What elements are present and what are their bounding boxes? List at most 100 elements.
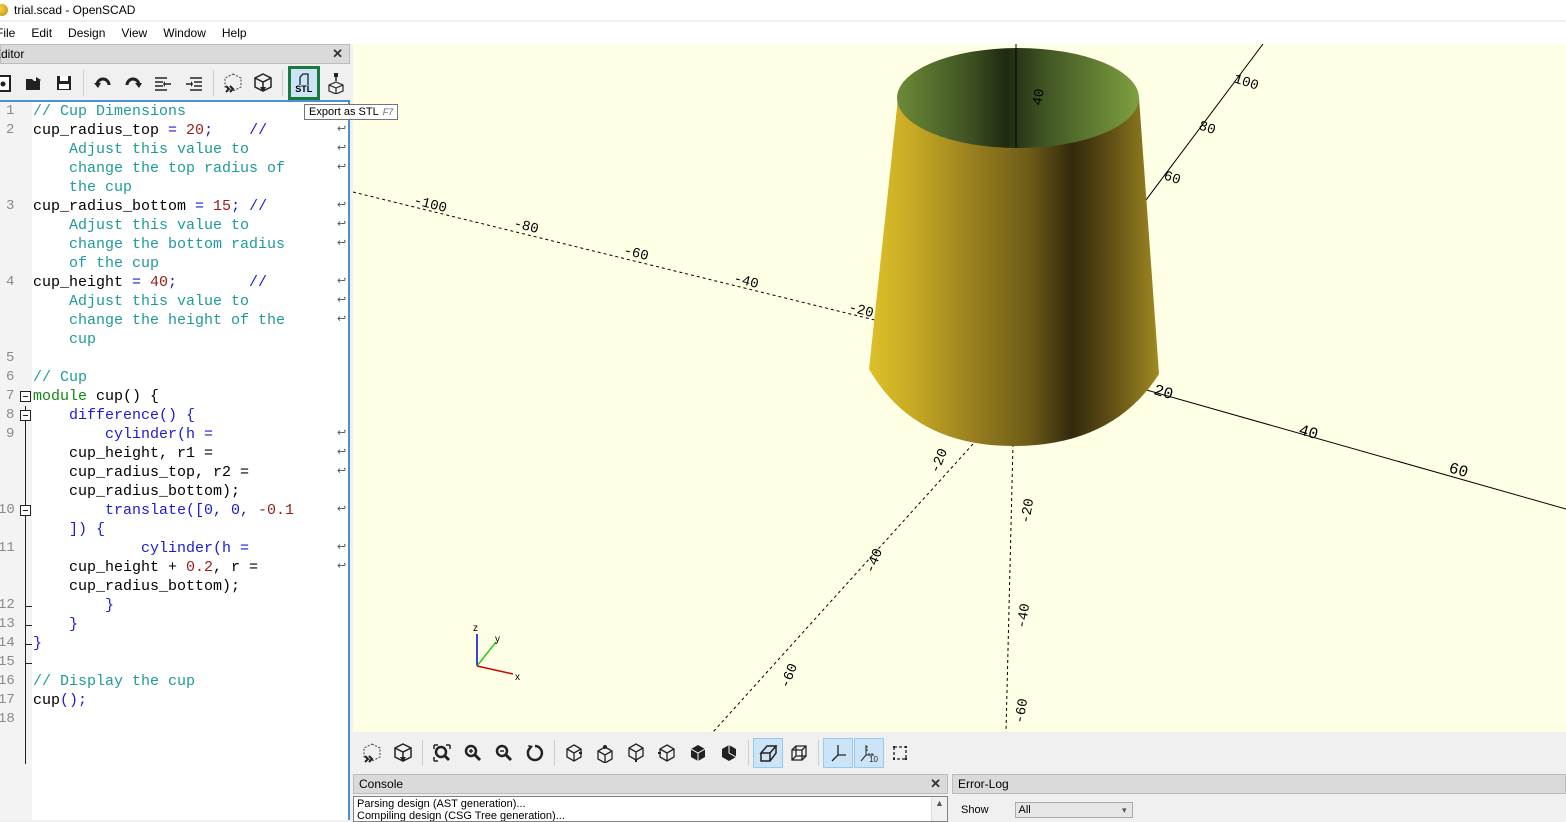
menu-view[interactable]: View (113, 26, 155, 40)
cup-model[interactable]: 40 (869, 44, 1159, 446)
zoom-in-button[interactable] (458, 738, 488, 768)
view-left-button[interactable] (652, 738, 682, 768)
render-button[interactable] (388, 738, 418, 768)
show-filter-select[interactable]: All ▾ (1014, 802, 1133, 818)
error-log-filter-row: Show All ▾ (952, 802, 1566, 818)
export-stl-label: STL (295, 83, 313, 94)
code-line: change the top radius of ↩ (0, 159, 348, 178)
console-output[interactable]: Parsing design (AST generation)... Compi… (353, 796, 948, 822)
code-line: 1 // Cup Dimensions (0, 102, 348, 121)
tick-label: 80 (1196, 119, 1217, 139)
preview-button[interactable] (357, 738, 387, 768)
code-text: change the height of the (33, 312, 286, 329)
x-axis-positive: 20 40 60 (1142, 382, 1566, 510)
render-button[interactable] (249, 68, 277, 98)
title-bar: trial.scad - OpenSCAD (0, 0, 1566, 20)
send-to-print-button[interactable] (322, 68, 350, 98)
undo-button[interactable] (89, 68, 117, 98)
tick-label: 60 (1447, 460, 1470, 483)
gizmo-x-label: x (515, 672, 520, 683)
wrap-icon: ↩ (337, 238, 347, 250)
code-line: ]) { (0, 520, 348, 539)
fold-toggle-icon[interactable] (20, 410, 31, 421)
code-line: change the height of the ↩ (0, 311, 348, 330)
wrap-icon: ↩ (337, 219, 347, 231)
redo-button[interactable] (119, 68, 147, 98)
save-button[interactable] (50, 68, 78, 98)
gizmo-y-axis (476, 641, 497, 667)
orthogonal-button[interactable] (784, 738, 814, 768)
indent-icon (185, 77, 202, 91)
code-text: Adjust this value to (33, 293, 250, 310)
view-front-button[interactable] (683, 738, 713, 768)
menu-help[interactable]: Help (214, 26, 255, 40)
preview-button[interactable] (219, 68, 247, 98)
zoom-out-button[interactable] (489, 738, 519, 768)
code-text: } (33, 635, 43, 652)
fold-toggle-icon[interactable] (20, 505, 31, 516)
perspective-button[interactable] (753, 738, 783, 768)
tick-label: 60 (1161, 169, 1182, 189)
code-line: of the cup (0, 254, 348, 273)
view-back-button[interactable] (714, 738, 744, 768)
3d-viewport[interactable]: -100 -80 -60 -40 -20 20 40 60 60 80 100 … (353, 44, 1566, 732)
code-line: 11 cylinder(h = ↩ (0, 539, 348, 558)
error-log-panel: Error-Log Show All ▾ (952, 774, 1566, 820)
code-text: the cup (33, 179, 133, 196)
menu-window[interactable]: Window (155, 26, 214, 40)
open-file-button[interactable] (20, 68, 48, 98)
new-file-button[interactable] (0, 68, 18, 98)
preview-icon (224, 73, 242, 93)
menu-file[interactable]: File (0, 26, 23, 40)
console-scrollbar[interactable]: ▲ (931, 797, 947, 821)
show-scale-markers-button[interactable]: 10 (854, 738, 884, 768)
show-edges-button[interactable] (885, 738, 915, 768)
show-scale-markers-icon: 10 (860, 745, 878, 763)
wrap-icon: ↩ (337, 504, 347, 516)
preview-icon (363, 743, 381, 763)
export-stl-button[interactable]: STL (287, 66, 320, 100)
view-top-button[interactable] (590, 738, 620, 768)
reset-view-button[interactable] (520, 738, 550, 768)
code-text: cup(); (33, 692, 88, 709)
code-line: cup_radius_bottom); (0, 482, 348, 501)
menu-design[interactable]: Design (60, 26, 113, 40)
x-axis-pos-line (1142, 388, 1566, 510)
menu-edit[interactable]: Edit (23, 26, 60, 40)
code-line: cup_height + 0.2, r = ↩ (0, 558, 348, 577)
view-bottom-button[interactable] (621, 738, 651, 768)
axis-gizmo: z y x (473, 623, 520, 683)
code-line: 5 (0, 349, 348, 368)
view-front-icon (690, 745, 706, 761)
code-text: change the bottom radius (33, 236, 286, 253)
code-text: translate([0, 0, -0.1 (33, 502, 295, 519)
code-text: cup_radius_top, r2 = (33, 464, 250, 481)
code-text: change the top radius of (33, 160, 286, 177)
editor-close-icon[interactable]: ✕ (332, 46, 343, 62)
view-right-button[interactable] (559, 738, 589, 768)
z-axis-negative: -20 -40 -60 (1005, 443, 1038, 732)
indent-button[interactable] (180, 68, 208, 98)
chevron-down-icon: ▾ (1122, 804, 1127, 815)
code-editor[interactable]: 1 // Cup Dimensions 2 cup_radius_top = 20;… (0, 100, 350, 820)
code-line: 6 // Cup (0, 368, 348, 387)
code-line: Adjust this value to ↩ (0, 216, 348, 235)
console-close-icon[interactable]: ✕ (930, 776, 941, 792)
viewport-canvas[interactable]: -100 -80 -60 -40 -20 20 40 60 60 80 100 … (353, 44, 1566, 732)
show-axes-button[interactable] (823, 738, 853, 768)
cup-outer-surface (869, 98, 1159, 446)
save-icon (57, 76, 72, 90)
tick-label: -100 (412, 193, 448, 217)
fold-toggle-icon[interactable] (20, 391, 31, 402)
wrap-icon: ↩ (337, 428, 347, 440)
line-number: 6 (6, 369, 15, 385)
view-all-button[interactable] (427, 738, 457, 768)
wrap-icon: ↩ (337, 295, 347, 307)
code-text: cup_radius_bottom = 15; // (33, 198, 268, 215)
zoom-out-icon (495, 744, 513, 762)
line-number: 13 (0, 616, 15, 632)
code-text: // Display the cup (33, 673, 196, 690)
unindent-button[interactable] (149, 68, 177, 98)
perspective-icon (759, 745, 778, 762)
scroll-up-icon[interactable]: ▲ (935, 798, 944, 808)
